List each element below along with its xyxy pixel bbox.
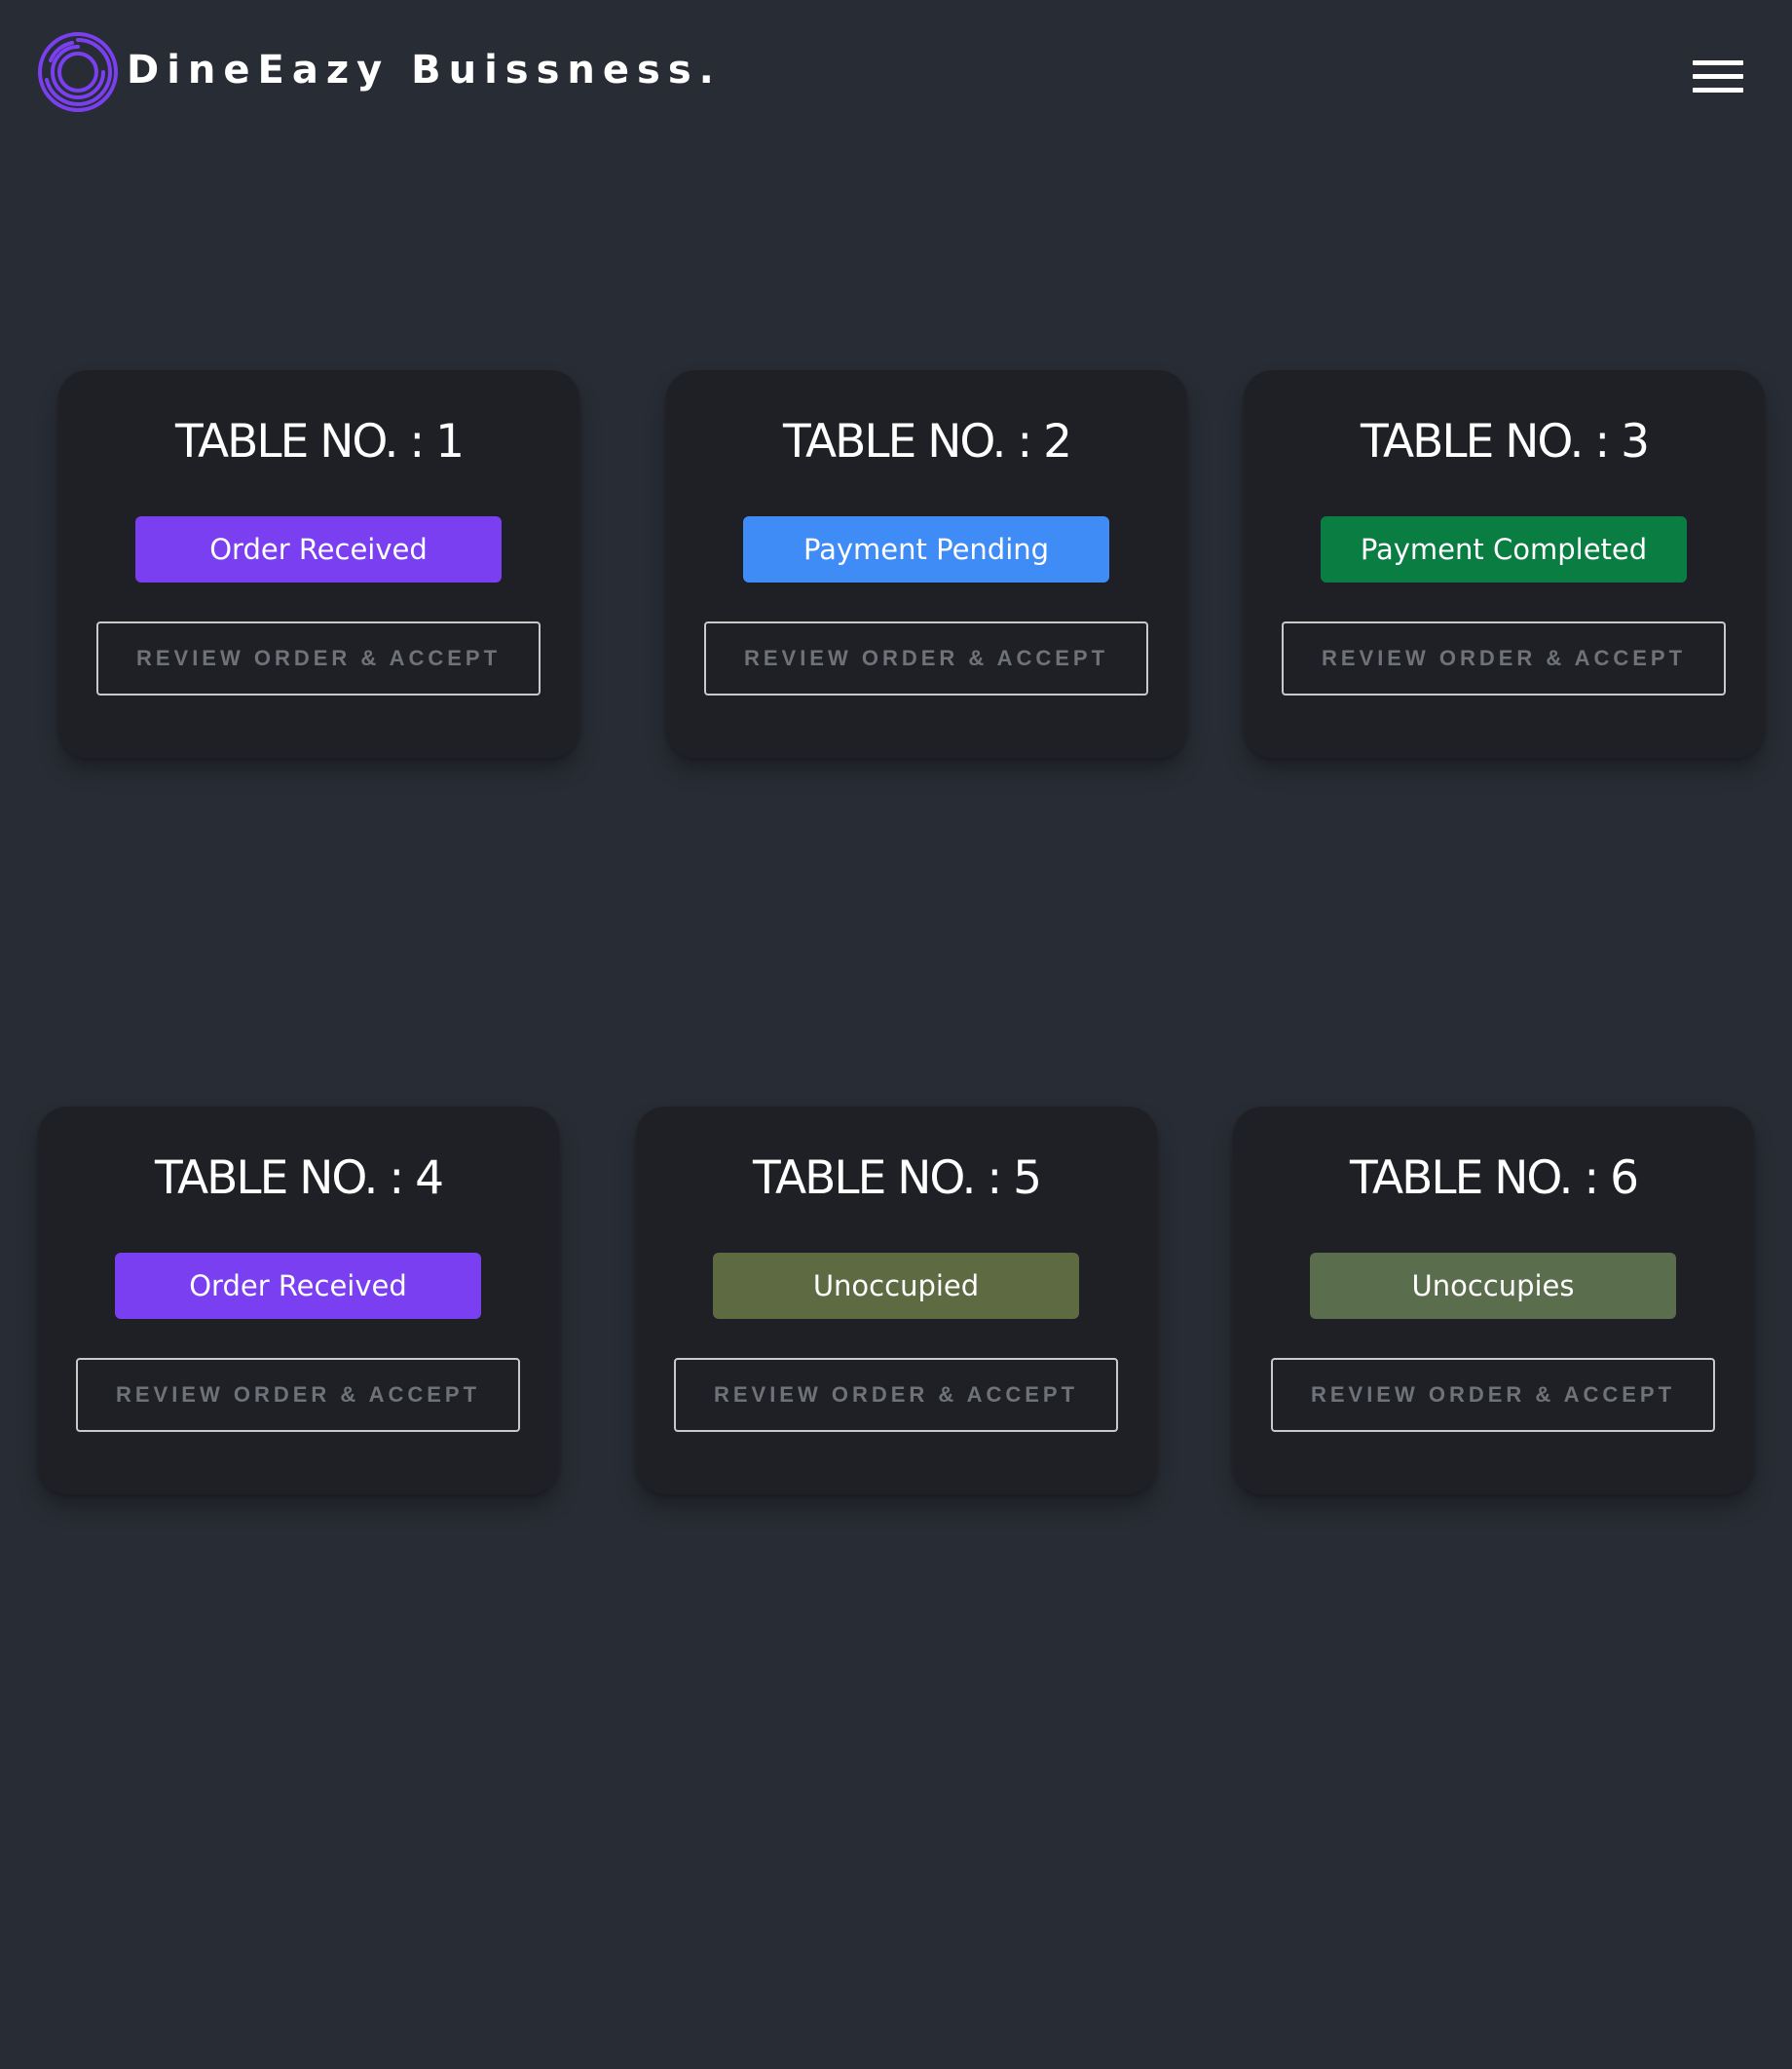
- table-title: TABLE NO. : 5: [752, 1151, 1042, 1205]
- table-card-1: TABLE NO. : 1 Order Received REVIEW ORDE…: [58, 370, 579, 758]
- status-badge: Payment Completed: [1321, 516, 1687, 583]
- table-card-2: TABLE NO. : 2 Payment Pending REVIEW ORD…: [666, 370, 1187, 758]
- table-title: TABLE NO. : 4: [154, 1151, 444, 1205]
- table-title: TABLE NO. : 3: [1360, 415, 1650, 469]
- table-card-6: TABLE NO. : 6 Unoccupies REVIEW ORDER & …: [1233, 1107, 1754, 1494]
- brand-name: DineEazy Buissness.: [127, 48, 722, 93]
- status-badge: Unoccupied: [713, 1253, 1079, 1319]
- review-order-button[interactable]: REVIEW ORDER & ACCEPT: [76, 1358, 520, 1432]
- review-order-button[interactable]: REVIEW ORDER & ACCEPT: [1271, 1358, 1715, 1432]
- table-card-4: TABLE NO. : 4 Order Received REVIEW ORDE…: [38, 1107, 559, 1494]
- table-card-3: TABLE NO. : 3 Payment Completed REVIEW O…: [1244, 370, 1765, 758]
- table-card-5: TABLE NO. : 5 Unoccupied REVIEW ORDER & …: [636, 1107, 1157, 1494]
- concentric-rings-logo[interactable]: [37, 31, 119, 113]
- status-badge: Payment Pending: [743, 516, 1109, 583]
- review-order-button[interactable]: REVIEW ORDER & ACCEPT: [704, 621, 1148, 696]
- table-title: TABLE NO. : 6: [1349, 1151, 1639, 1205]
- status-badge: Unoccupies: [1310, 1253, 1676, 1319]
- table-title: TABLE NO. : 2: [782, 415, 1072, 469]
- header: DineEazy Buissness.: [0, 0, 1792, 156]
- status-badge: Order Received: [115, 1253, 481, 1319]
- review-order-button[interactable]: REVIEW ORDER & ACCEPT: [96, 621, 541, 696]
- review-order-button[interactable]: REVIEW ORDER & ACCEPT: [674, 1358, 1118, 1432]
- status-badge: Order Received: [135, 516, 502, 583]
- review-order-button[interactable]: REVIEW ORDER & ACCEPT: [1282, 621, 1726, 696]
- hamburger-menu-icon[interactable]: [1691, 56, 1745, 99]
- table-title: TABLE NO. : 1: [174, 415, 465, 469]
